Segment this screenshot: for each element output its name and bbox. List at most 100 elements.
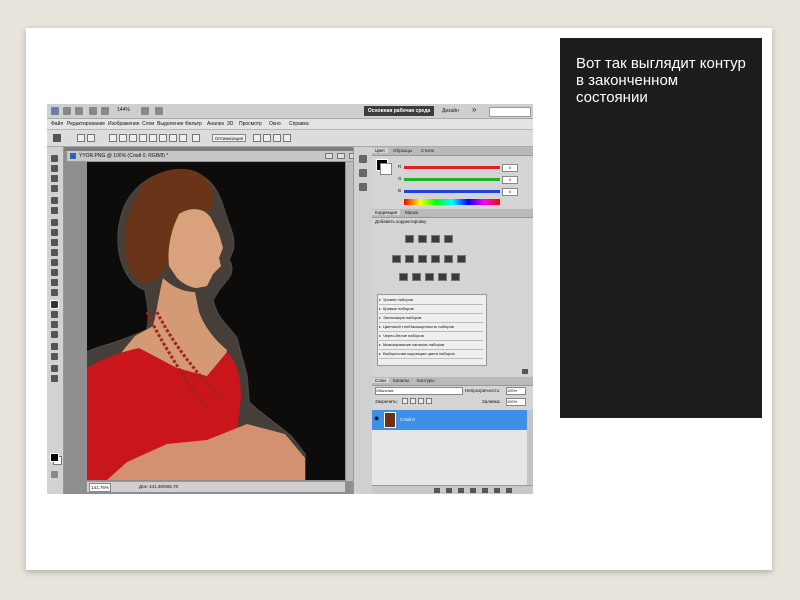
workspace-button[interactable]: Основная рабочая среда	[364, 106, 434, 116]
menu-filter[interactable]: Фильтр	[185, 121, 202, 127]
adjustment-layer-icon[interactable]	[470, 488, 476, 493]
slider-r[interactable]	[404, 166, 500, 169]
lasso-tool-icon[interactable]	[51, 175, 58, 182]
color-spectrum[interactable]	[404, 199, 500, 205]
tab-styles[interactable]: Стили	[418, 148, 437, 153]
tab-layers[interactable]: Слои	[372, 378, 389, 383]
exposure-icon[interactable]	[444, 235, 453, 243]
history-brush-tool-icon[interactable]	[51, 249, 58, 256]
healing-brush-tool-icon[interactable]	[51, 219, 58, 226]
vibrance-icon[interactable]	[392, 255, 401, 263]
slider-g-value[interactable]: 0	[502, 176, 518, 184]
gradient-tool-icon[interactable]	[51, 269, 58, 276]
lock-all-icon[interactable]	[426, 398, 432, 404]
hand-tool-icon[interactable]	[51, 365, 58, 372]
black-white-icon[interactable]	[431, 255, 440, 263]
preset-black-white[interactable]: Черно-белое наборов	[379, 332, 483, 341]
tab-masks[interactable]: Маски	[402, 210, 421, 215]
foreground-color-swatch[interactable]	[50, 453, 59, 462]
pen-tool-icon[interactable]	[50, 300, 59, 309]
zoom-level[interactable]: 144%	[117, 107, 130, 113]
preset-channel-mixer[interactable]: Микширование каналов наборов	[379, 341, 483, 350]
preset-levels[interactable]: Уровни наборов	[379, 296, 483, 305]
arrange-documents-icon[interactable]	[141, 107, 149, 115]
photo-canvas[interactable]	[87, 162, 345, 480]
shape-tool-icon[interactable]	[51, 331, 58, 338]
intersect-path-icon[interactable]	[273, 134, 281, 142]
maximize-icon[interactable]	[337, 153, 345, 159]
new-layer-icon[interactable]	[494, 488, 500, 493]
blend-mode-select[interactable]: Обычные	[375, 387, 463, 395]
fill-field[interactable]: 100%	[506, 398, 526, 406]
trash-icon[interactable]	[506, 488, 512, 493]
slider-b[interactable]	[404, 190, 500, 193]
slider-b-value[interactable]: 0	[502, 188, 518, 196]
menu-3d[interactable]: 3D	[227, 121, 233, 127]
shape-options-icon[interactable]	[192, 134, 200, 142]
panel-action-icon[interactable]	[522, 369, 528, 374]
pen-mode-icon[interactable]	[87, 134, 95, 142]
layer-style-icon[interactable]	[446, 488, 452, 493]
preset-curves[interactable]: Кривые наборов	[379, 305, 483, 314]
info-panel-icon[interactable]	[359, 169, 367, 177]
minimize-icon[interactable]	[325, 153, 333, 159]
crop-tool-icon[interactable]	[51, 197, 58, 204]
menu-image[interactable]: Изображение	[108, 121, 140, 127]
zoom-field[interactable]: 141,76%	[89, 483, 111, 492]
eraser-tool-icon[interactable]	[51, 259, 58, 266]
lock-pixels-icon[interactable]	[410, 398, 416, 404]
gradient-map-icon[interactable]	[438, 273, 447, 281]
layer-mask-icon[interactable]	[458, 488, 464, 493]
menu-view[interactable]: Просмотр	[239, 121, 262, 127]
lasso-preset-icon[interactable]	[53, 134, 61, 142]
lock-transparent-icon[interactable]	[402, 398, 408, 404]
menu-help[interactable]: Справка	[289, 121, 309, 127]
subtract-path-icon[interactable]	[263, 134, 271, 142]
type-tool-icon[interactable]	[51, 311, 58, 318]
menu-layers[interactable]: Слои	[142, 121, 154, 127]
zoom-tool-icon[interactable]	[101, 107, 109, 115]
curves-icon[interactable]	[431, 235, 440, 243]
path-mode-icon[interactable]	[77, 134, 85, 142]
line-shape-icon[interactable]	[169, 134, 177, 142]
eyedropper-tool-icon[interactable]	[51, 207, 58, 214]
preset-hue-saturation[interactable]: Цветовой тон/Насыщенность наборов	[379, 323, 483, 332]
layers-scrollbar[interactable]	[527, 410, 533, 485]
rectangle-shape-icon[interactable]	[129, 134, 137, 142]
refine-button[interactable]: Оптимизация	[212, 134, 246, 142]
menu-analysis[interactable]: Анализ	[207, 121, 224, 127]
tab-paths[interactable]: Контуры	[414, 378, 438, 383]
tab-swatches[interactable]: Образцы	[390, 148, 415, 153]
opacity-field[interactable]: 100%	[506, 387, 526, 395]
document-tab[interactable]: YYOR.PNG @ 100% (Слой 0, RGB/8) *	[67, 151, 367, 162]
tab-adjustments[interactable]: Коррекция	[372, 210, 401, 215]
eye-icon[interactable]: ◉	[374, 415, 379, 422]
more-workspaces-icon[interactable]: »	[472, 105, 476, 114]
new-group-icon[interactable]	[482, 488, 488, 493]
history-panel-icon[interactable]	[359, 155, 367, 163]
levels-icon[interactable]	[418, 235, 427, 243]
threshold-icon[interactable]	[425, 273, 434, 281]
tab-channels[interactable]: Каналы	[390, 378, 412, 383]
menu-edit[interactable]: Редактирование	[67, 121, 105, 127]
path-selection-tool-icon[interactable]	[51, 321, 58, 328]
custom-shape-icon[interactable]	[179, 134, 187, 142]
lock-position-icon[interactable]	[418, 398, 424, 404]
add-to-path-icon[interactable]	[253, 134, 261, 142]
freeform-pen-icon[interactable]	[119, 134, 127, 142]
color-bg-swatch[interactable]	[380, 163, 392, 175]
brush-panel-icon[interactable]	[359, 183, 367, 191]
3d-rotate-tool-icon[interactable]	[51, 343, 58, 350]
preset-exposure[interactable]: Экспозиция наборов	[379, 314, 483, 323]
posterize-icon[interactable]	[412, 273, 421, 281]
menu-select[interactable]: Выделение	[157, 121, 184, 127]
workspace-design[interactable]: Дизайн	[442, 106, 468, 116]
channel-mixer-icon[interactable]	[457, 255, 466, 263]
brightness-icon[interactable]	[405, 235, 414, 243]
blur-tool-icon[interactable]	[51, 279, 58, 286]
hand-tool-icon[interactable]	[89, 107, 97, 115]
search-field[interactable]	[489, 107, 531, 117]
layer-row[interactable]: ◉ Слой 0	[372, 410, 527, 430]
invert-icon[interactable]	[399, 273, 408, 281]
slider-r-value[interactable]: 0	[502, 164, 518, 172]
